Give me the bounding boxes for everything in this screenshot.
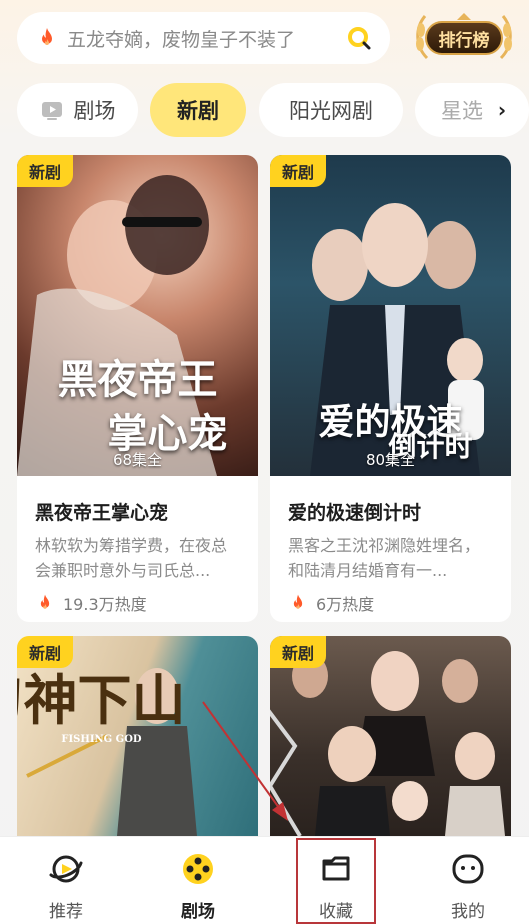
new-badge: 新剧 [270,636,327,668]
bottom-nav: 推荐 剧场 收藏 我的 [0,836,529,924]
ranking-button[interactable]: 排行榜 [413,10,515,66]
nav-recommend[interactable]: 推荐 [0,837,132,924]
new-badge: 新剧 [17,636,74,668]
highlight-box [296,838,376,924]
drama-title: 爱的极速倒计时 [288,502,422,524]
tab-label: 阳光网剧 [289,99,373,123]
nav-label: 推荐 [49,902,83,922]
drama-card[interactable]: 黑夜帝王 掌心宠 新剧 68集全 黑夜帝王掌心宠 林软软为筹措学费，在夜总会兼职… [17,155,258,622]
poster: 黑夜帝王 掌心宠 新剧 68集全 [17,155,258,476]
tab-sunshine[interactable]: 阳光网剧 [259,83,403,137]
search-placeholder: 五龙夺嫡，废物皇子不装了 [67,28,296,51]
tab-theater[interactable]: 剧场 [17,83,138,137]
planet-icon [49,855,83,883]
drama-card[interactable]: 刀神下山 FISHING GOD 新剧 [17,636,258,836]
nav-profile[interactable]: 我的 [402,837,529,924]
poster: 刀神下山 FISHING GOD 新剧 [17,636,258,836]
heat-value: 19.3万热度 [63,595,147,614]
ranking-label: 排行榜 [425,21,503,55]
drama-card[interactable]: 爱的极速 倒计时 新剧 80集全 爱的极速倒计时 黑客之王沈祁渊隐姓埋名，和陆清… [270,155,511,622]
theater-icon [183,854,213,884]
nav-theater[interactable]: 剧场 [132,837,264,924]
heat-value: 6万热度 [316,595,375,614]
episode-count: 80集全 [365,451,416,469]
tab-label: 星选 [441,99,483,123]
drama-card[interactable]: 新剧 [270,636,511,836]
tab-label: 新剧 [177,99,219,123]
nav-label: 剧场 [181,902,215,922]
profile-icon [452,854,484,884]
heat-row: 19.3万热度 [35,591,240,615]
new-badge: 新剧 [270,155,327,187]
fire-icon [42,28,52,45]
fire-icon [293,594,303,609]
poster: 爱的极速 倒计时 新剧 80集全 [270,155,511,476]
tv-icon [41,102,62,120]
poster: 新剧 [270,636,511,836]
heat-row: 6万热度 [288,591,493,615]
poster-title-line1: 黑夜帝王 [57,356,218,403]
chevron-right-icon[interactable]: › [483,91,521,129]
drama-description: 林软软为筹措学费，在夜总会兼职时意外与司氏总... [35,536,228,580]
new-badge: 新剧 [17,155,74,187]
drama-title: 黑夜帝王掌心宠 [35,502,169,524]
tab-label: 剧场 [73,99,116,123]
episode-count: 68集全 [112,451,163,469]
fire-icon [40,594,50,609]
search-bar[interactable]: 五龙夺嫡，废物皇子不装了 [17,12,390,64]
poster-subtitle: FISHING GOD [61,734,142,745]
nav-label: 我的 [451,902,485,922]
category-tabs: 剧场 新剧 阳光网剧 星选 › [0,83,529,137]
search-icon[interactable] [346,25,372,51]
drama-description: 黑客之王沈祁渊隐姓埋名，和陆清月结婚育有一... [288,536,481,580]
tab-new-drama[interactable]: 新剧 [150,83,246,137]
